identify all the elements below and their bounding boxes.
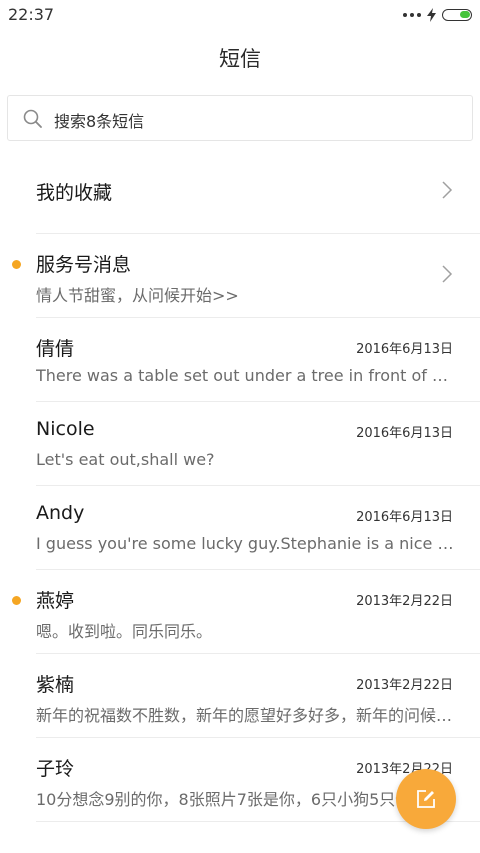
message-preview: 新年的祝福数不胜数，新年的愿望好多好多，新年的问候最真 — [36, 706, 454, 725]
contact-name: 子玲 — [36, 758, 75, 780]
chevron-right-icon — [442, 265, 453, 283]
conversation-item[interactable]: 紫楠 2013年2月22日 新年的祝福数不胜数，新年的愿望好多好多，新年的问候最… — [36, 654, 480, 738]
battery-level — [460, 11, 470, 18]
favorites-label: 我的收藏 — [36, 182, 113, 204]
message-preview: There was a table set out under a tree i… — [36, 366, 454, 385]
conversation-list: 我的收藏 服务号消息 情人节甜蜜，从问候开始>> 倩倩 2016年6月13日 T… — [0, 150, 480, 822]
message-preview: Let's eat out,shall we? — [36, 450, 215, 469]
battery-icon — [442, 9, 472, 21]
conversation-item[interactable]: 燕婷 2013年2月22日 嗯。收到啦。同乐同乐。 — [12, 570, 480, 654]
message-preview: 10分想念9别的你，8张照片7张是你，6只小狗5只像你 — [36, 790, 428, 809]
message-date: 2016年6月13日 — [356, 426, 453, 441]
status-icons — [403, 6, 472, 24]
favorites-item[interactable]: 我的收藏 — [36, 150, 480, 234]
search-icon — [23, 109, 42, 128]
unread-dot — [12, 596, 21, 605]
message-preview: I guess you're some lucky guy.Stephanie … — [36, 534, 454, 553]
service-title: 服务号消息 — [36, 254, 132, 276]
contact-name: Nicole — [36, 418, 95, 440]
message-date: 2016年6月13日 — [356, 510, 453, 525]
compose-icon — [417, 790, 435, 808]
service-messages-item[interactable]: 服务号消息 情人节甜蜜，从问候开始>> — [12, 234, 480, 318]
message-date: 2016年6月13日 — [356, 342, 453, 357]
conversation-item[interactable]: 倩倩 2016年6月13日 There was a table set out … — [36, 318, 480, 402]
contact-name: Andy — [36, 502, 85, 524]
message-date: 2013年2月22日 — [356, 594, 453, 609]
message-date: 2013年2月22日 — [356, 678, 453, 693]
search-placeholder: 搜索8条短信 — [54, 112, 145, 131]
more-dots-icon — [403, 6, 421, 24]
contact-name: 燕婷 — [36, 590, 75, 612]
status-time: 22:37 — [8, 5, 55, 24]
charging-bolt-icon — [427, 8, 436, 22]
conversation-item[interactable]: Andy 2016年6月13日 I guess you're some luck… — [36, 486, 480, 570]
conversation-item[interactable]: Nicole 2016年6月13日 Let's eat out,shall we… — [36, 402, 480, 486]
compose-button[interactable] — [396, 769, 456, 829]
messages-screen: 22:37 短信 搜索8条短信 我的收藏 服务号消息 情人节甜蜜，从问候开始>>… — [0, 0, 480, 853]
service-preview: 情人节甜蜜，从问候开始>> — [36, 286, 239, 305]
status-bar: 22:37 — [0, 0, 480, 30]
contact-name: 倩倩 — [36, 338, 75, 360]
unread-dot — [12, 260, 21, 269]
chevron-right-icon — [442, 181, 453, 199]
contact-name: 紫楠 — [36, 674, 75, 696]
page-title: 短信 — [219, 47, 261, 71]
message-preview: 嗯。收到啦。同乐同乐。 — [36, 622, 213, 641]
search-input[interactable]: 搜索8条短信 — [7, 95, 473, 141]
